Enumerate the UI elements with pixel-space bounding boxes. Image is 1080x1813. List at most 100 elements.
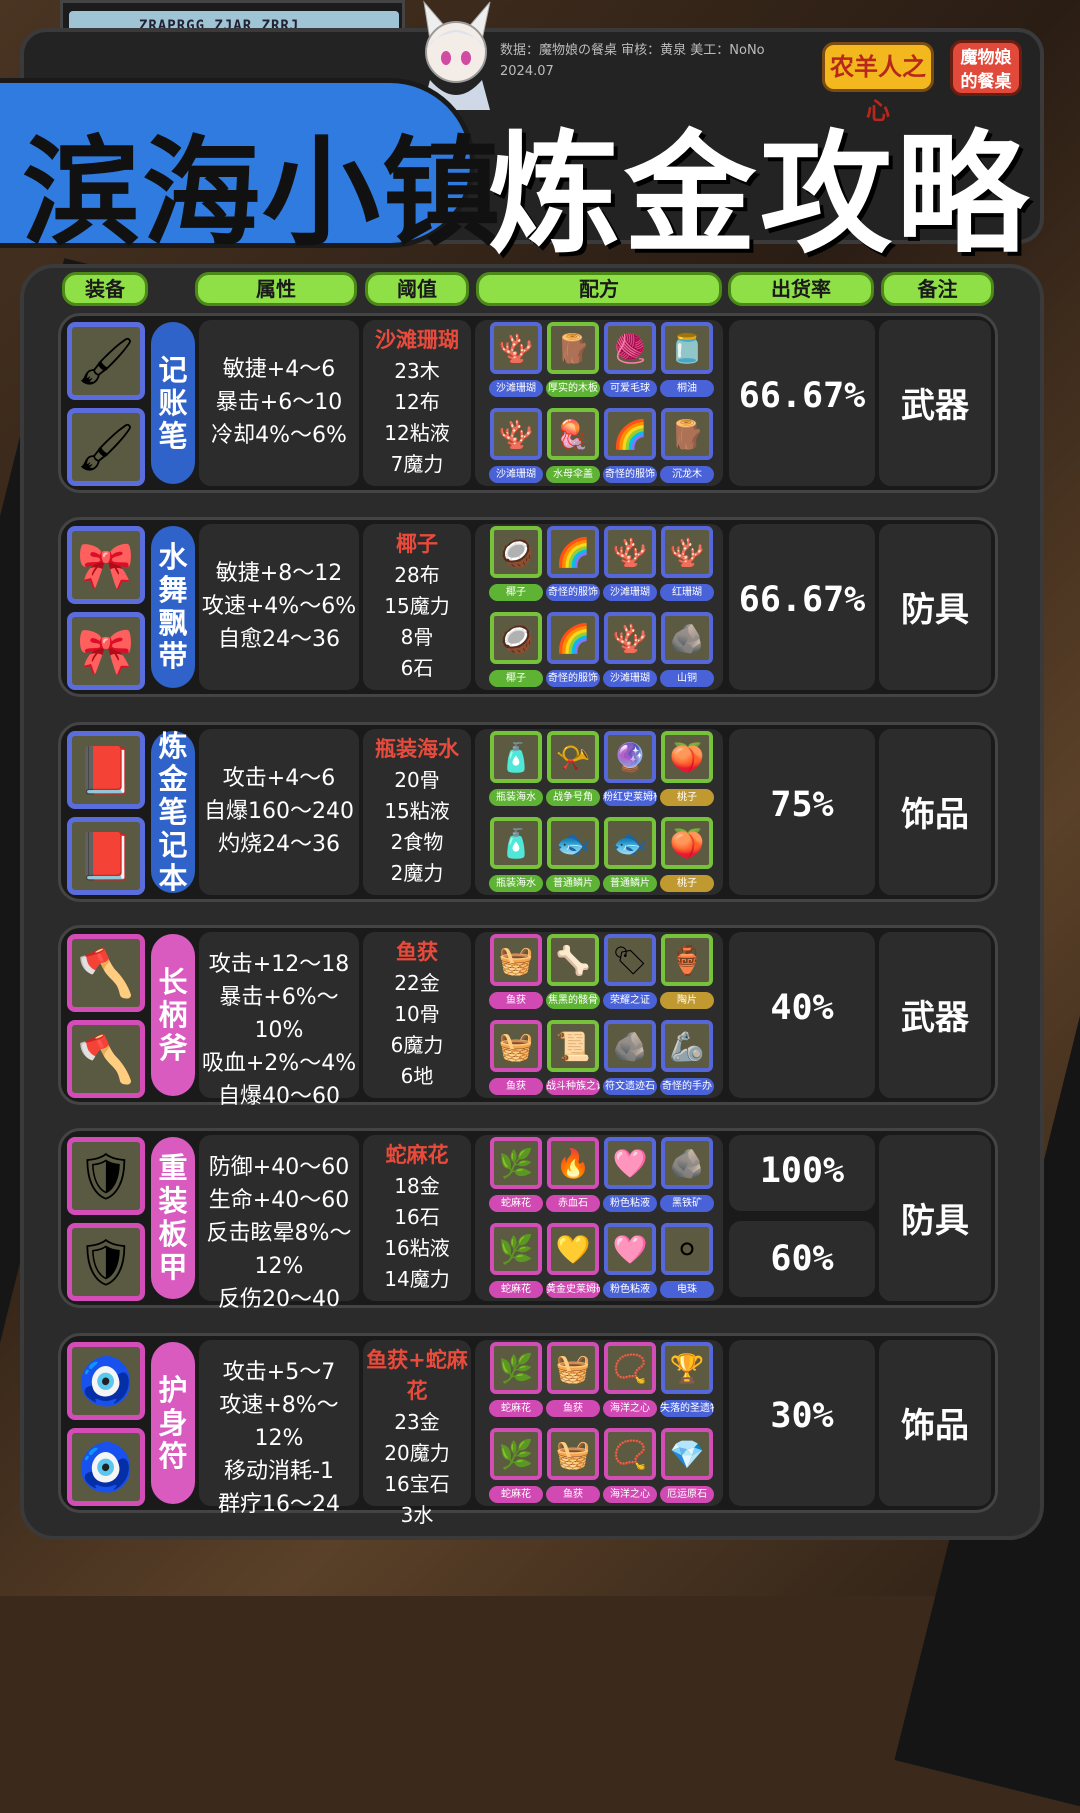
equipment-icon: 🧿 [67, 1428, 145, 1506]
attribute-line: 移动消耗-1 [224, 1459, 334, 1484]
ingredient-label: 粉红史莱姆核晶 [603, 789, 657, 806]
ingredient-icon: 🥥 [490, 612, 542, 664]
category-note: 饰品 [901, 1406, 969, 1446]
col-header-recipe: 配方 [476, 272, 722, 306]
recipe-ingredient: 🧺 鱼获 [546, 1428, 600, 1510]
ingredient-label: 失落的圣遗物 [660, 1400, 714, 1417]
ingredient-label: 鱼获 [546, 1400, 600, 1417]
ingredient-label: 奇怪的手办 [660, 1078, 714, 1095]
ingredient-icon: 🌈 [547, 526, 599, 578]
drop-rate-value: 75% [770, 785, 834, 825]
ingredient-icon: 🌈 [547, 612, 599, 664]
attribute-line: 防御+40～60 [208, 1155, 350, 1180]
ingredient-label: 沙滩珊瑚 [489, 380, 543, 397]
attributes-list: 攻击+4～6 自爆160～240 灼烧24～36 [199, 762, 359, 861]
threshold-line: 6魔力 [390, 1032, 444, 1057]
ingredient-label: 符文遗迹石 [603, 1078, 657, 1095]
attribute-line: 自愈24～36 [218, 626, 340, 652]
page-title: 炼金攻略 [488, 118, 1032, 272]
equipment-name-char: 炼 [158, 728, 188, 763]
ingredient-icon: 🌿 [490, 1223, 542, 1275]
recipe-ingredient: 🌈 奇怪的服饰 [603, 408, 657, 490]
equipment-name-char: 装 [158, 1184, 188, 1218]
equipment-name: 水舞飘带 [151, 526, 195, 688]
threshold-line: 14魔力 [384, 1266, 450, 1291]
equipment-name-char: 笔 [158, 794, 188, 829]
threshold-line: 23木 [394, 358, 440, 383]
attribute-line: 反伤20～40 [218, 1287, 340, 1312]
attribute-line: 暴击+6～10 [215, 389, 343, 415]
recipe-ingredient: 🧴 瓶装海水 [489, 731, 543, 813]
equipment-name: 护身符 [151, 1342, 195, 1504]
ingredient-icon: 🏆 [661, 1342, 713, 1394]
ingredient-icon: 🪸 [661, 526, 713, 578]
equipment-icon: 📕 [67, 731, 145, 809]
threshold-line: 7魔力 [390, 451, 444, 476]
recipe-ingredient: 🪵 沉龙木 [660, 408, 714, 490]
category-note: 武器 [901, 998, 969, 1038]
equipment-name: 长柄斧 [151, 934, 195, 1096]
ingredient-label: 山铜 [660, 670, 714, 687]
col-header-notes: 备注 [881, 272, 994, 306]
recipe-ingredient: 🏷 荣耀之证 [603, 934, 657, 1016]
attributes-list: 敏捷+4～6 暴击+6～10 冷却4%～6% [199, 353, 359, 452]
col-header-attributes: 属性 [195, 272, 357, 306]
ingredient-icon: 🪼 [547, 408, 599, 460]
recipe-ingredient: 🪸 沙滩珊瑚 [603, 526, 657, 608]
category-note: 武器 [901, 386, 969, 426]
ingredient-label: 赤血石 [546, 1195, 600, 1212]
recipe-ingredient: 🌿 蛇麻花 [489, 1342, 543, 1424]
ingredient-label: 椰子 [489, 670, 543, 687]
threshold-line: 16宝石 [384, 1471, 450, 1496]
ingredient-label: 沉龙木 [660, 466, 714, 483]
threshold-line: 15魔力 [384, 593, 450, 618]
drop-rate-value: 40% [770, 988, 834, 1028]
attribute-line: 攻速+4%～6% [201, 593, 357, 619]
ingredient-label: 鱼获 [489, 1078, 543, 1095]
recipe-ingredient: 🏺 陶片 [660, 934, 714, 1016]
recipe-ingredient: 📿 海洋之心 [603, 1428, 657, 1510]
recipe-ingredient: 🪸 沙滩珊瑚 [489, 408, 543, 490]
ingredient-label: 海洋之心 [603, 1486, 657, 1503]
ingredient-label: 鱼获 [489, 992, 543, 1009]
threshold-line: 28布 [394, 562, 440, 587]
equipment-icon: 🪓 [67, 1020, 145, 1098]
ingredient-icon: 📯 [547, 731, 599, 783]
ingredient-icon: 🌿 [490, 1428, 542, 1480]
ingredient-icon: 📿 [604, 1428, 656, 1480]
col-header-threshold: 阈值 [365, 272, 469, 306]
ingredient-icon: 🍑 [661, 731, 713, 783]
recipe-ingredient: 🧶 可爱毛球 [603, 322, 657, 404]
threshold-line: 20魔力 [384, 1440, 450, 1465]
recipe-grid: 🌿蛇麻花🔥赤血石🩷粉色粘液🪨黑铁矿🌿蛇麻花💛黄金史莱姆碎片🩷粉色粘液⚪电珠 [489, 1137, 714, 1305]
recipe-ingredient: 🍑 桃子 [660, 731, 714, 813]
equipment-icon: 📕 [67, 817, 145, 895]
threshold-line: 18金 [394, 1173, 440, 1198]
threshold-key-ingredient: 椰子 [396, 531, 438, 556]
threshold-list: 瓶装海水 20骨 15粘液 2食物 2魔力 [363, 734, 471, 889]
ingredient-label: 沙滩珊瑚 [489, 466, 543, 483]
threshold-line: 8骨 [400, 624, 434, 649]
ingredient-icon: 🪸 [604, 612, 656, 664]
recipe-ingredient: 🌈 奇怪的服饰 [546, 526, 600, 608]
threshold-line: 16粘液 [384, 1235, 450, 1260]
equipment-name-char: 符 [158, 1438, 188, 1473]
equipment-name-char: 斧 [158, 1030, 188, 1065]
threshold-line: 20骨 [394, 767, 440, 792]
threshold-key-ingredient: 鱼获 [396, 939, 438, 964]
recipe-ingredient: 🧺 鱼获 [546, 1342, 600, 1424]
threshold-line: 12粘液 [384, 420, 450, 445]
threshold-key-ingredient: 鱼获+蛇麻花 [366, 1347, 468, 1403]
ingredient-label: 水母伞盖 [546, 466, 600, 483]
recipe-ingredient: 🌿 蛇麻花 [489, 1223, 543, 1305]
drop-rate-value: 100% [759, 1151, 845, 1191]
ingredient-label: 厄运原石 [660, 1486, 714, 1503]
equipment-name-char: 长 [158, 964, 188, 999]
ingredient-label: 战争号角 [546, 789, 600, 806]
recipe-ingredient: 🪸 红珊瑚 [660, 526, 714, 608]
ingredient-label: 瓶装海水 [489, 875, 543, 892]
ingredient-label: 奇怪的服饰 [603, 466, 657, 483]
recipe-grid: 🌿 蛇麻花 🧺 鱼获 📿 海洋之心 🏆 失落的圣遗物 🌿 蛇麻花 🧺 鱼获 📿 海洋之心 💎 厄运原石 [489, 1342, 714, 1510]
ingredient-label: 普通鳞片 [603, 875, 657, 892]
ingredient-icon: 🔮 [604, 731, 656, 783]
